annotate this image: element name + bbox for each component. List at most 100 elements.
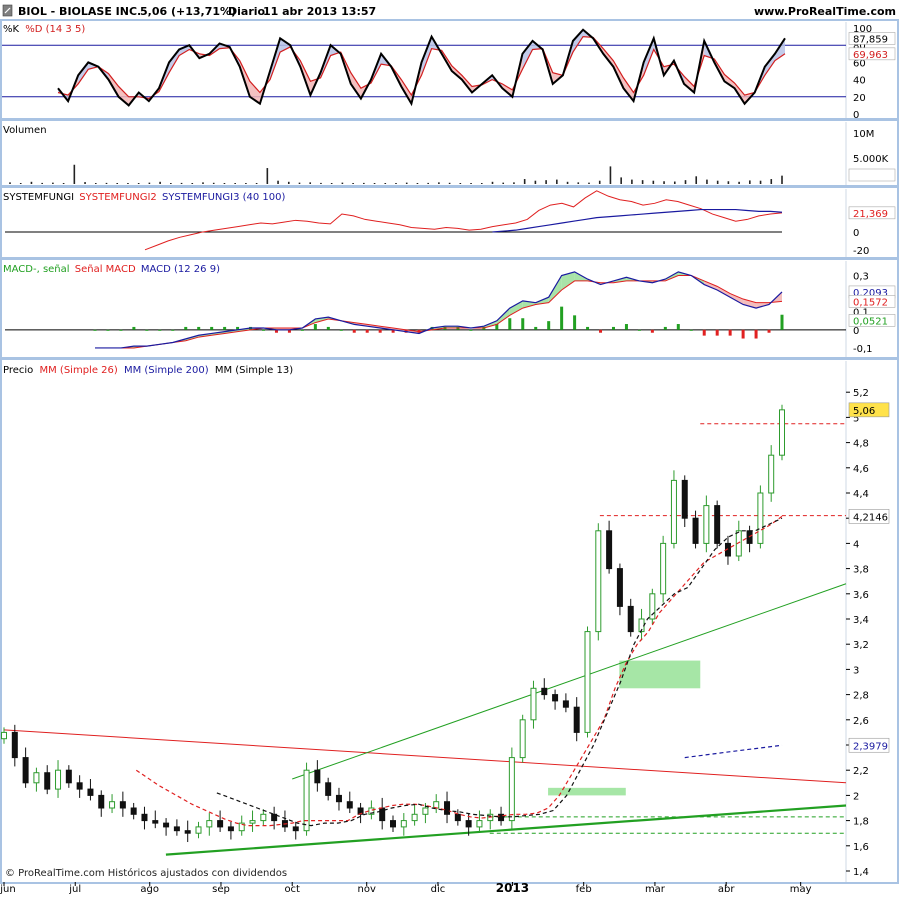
- price-y-tick: 2: [853, 791, 859, 802]
- macd-hist-bar: [547, 321, 551, 330]
- candle-body: [476, 820, 483, 828]
- macd-hist-bar: [158, 329, 162, 331]
- macd-hist-bar: [326, 326, 330, 330]
- candle-body: [779, 409, 785, 456]
- macd-hist-bar: [300, 329, 304, 331]
- candle-body: [76, 782, 83, 790]
- ma200-label: MM (Simple 200): [124, 365, 209, 376]
- candle-body: [195, 826, 202, 834]
- macd-y-tick: 0: [853, 326, 859, 337]
- stoch-value-label: 87,859: [853, 34, 888, 45]
- price-x-tick: jun: [0, 884, 16, 895]
- candle-body: [541, 687, 548, 696]
- price-zone: [619, 660, 701, 689]
- macd-hist-bar: [352, 329, 356, 333]
- macd-label-3: MACD (12 26 9): [141, 264, 220, 275]
- candle-body: [390, 820, 396, 828]
- fungi-value-label: 21,369: [853, 209, 888, 220]
- macd-hist-bar: [599, 329, 603, 333]
- macd-hist-bar: [93, 329, 97, 331]
- fungi-title: SYSTEMFUNGI SYSTEMFUNGI2 SYSTEMFUNGI3 (4…: [3, 192, 286, 203]
- candle-body: [141, 813, 148, 822]
- candle-body: [1, 731, 7, 740]
- price-y-tick: 4: [853, 539, 859, 550]
- macd-hist-bar: [689, 329, 693, 331]
- price-y-tick: 5,2: [853, 388, 869, 399]
- candle-body: [660, 542, 667, 595]
- price-y-tick: 3,8: [853, 565, 869, 576]
- macd-hist-bar: [469, 329, 473, 331]
- macd-hist-bar: [106, 329, 110, 331]
- candle-body: [681, 479, 688, 519]
- price-title: Precio MM (Simple 26) MM (Simple 200) MM…: [3, 365, 293, 376]
- macd-hist-bar: [534, 326, 538, 330]
- macd-hist-bar: [741, 329, 745, 339]
- price-y-tick: 3,2: [853, 640, 869, 651]
- candle-body: [152, 820, 159, 824]
- candle-body: [130, 807, 137, 815]
- candle-body: [411, 813, 418, 822]
- volume-y-tick: 10M: [853, 129, 874, 140]
- macd-hist-bar: [560, 306, 564, 330]
- macd-value-label: 0,0521: [853, 316, 888, 327]
- candle-body: [217, 820, 224, 828]
- candle-body: [573, 706, 580, 733]
- candle-body: [714, 505, 721, 544]
- stoch-title: %K %D (14 3 5): [3, 24, 85, 35]
- macd-value-label: 0,1572: [853, 297, 888, 308]
- candle-body: [249, 820, 256, 824]
- macd-hist-bar: [573, 315, 577, 330]
- candle-body: [422, 807, 429, 815]
- volume-title: Volumen: [3, 125, 47, 136]
- macd-hist-bar: [313, 324, 317, 330]
- stoch-y-tick: 40: [853, 76, 866, 87]
- candle-body: [562, 700, 569, 708]
- candle-body: [303, 769, 310, 832]
- price-label: Precio: [3, 365, 33, 376]
- macd-hist-bar: [132, 326, 136, 330]
- candle-body: [454, 813, 461, 822]
- macd-hist-bar: [210, 326, 214, 330]
- macd-hist-bar: [119, 329, 123, 331]
- candle-body: [65, 769, 72, 784]
- stoch-k-label: %K: [3, 24, 20, 35]
- macd-hist-bar: [702, 329, 706, 336]
- datetime-label: 11 abr 2013 13:57: [263, 5, 376, 18]
- candle-body: [206, 820, 213, 828]
- stoch-y-tick: 20: [853, 93, 866, 104]
- candle-body: [44, 772, 51, 790]
- price-y-tick: 1,6: [853, 842, 869, 853]
- candle-body: [692, 517, 699, 544]
- candle-body: [627, 605, 634, 633]
- price-y-tick: 2,2: [853, 766, 869, 777]
- price-y-tick: 1,4: [853, 867, 869, 878]
- macd-hist-bar: [663, 326, 667, 330]
- candle-body: [33, 772, 40, 784]
- candle-body: [184, 830, 191, 834]
- candle-body: [22, 757, 29, 784]
- macd-hist-bar: [262, 329, 266, 331]
- chart-canvas: BIOL - BIOLASE INC. 5,06 (+13,71%) Diari…: [0, 0, 900, 900]
- price-y-tick: 4,6: [853, 464, 869, 475]
- macd-hist-bar: [728, 329, 732, 336]
- candle-body: [519, 719, 526, 759]
- macd-hist-bar: [586, 326, 590, 330]
- price-y-tick: 4,8: [853, 439, 869, 450]
- macd-hist-bar: [365, 329, 369, 333]
- candle-body: [98, 794, 105, 809]
- macd-hist-bar: [197, 326, 201, 330]
- stoch-value-label: 69,963: [853, 50, 888, 61]
- candle-body: [314, 769, 321, 784]
- macd-hist-bar: [171, 329, 175, 331]
- macd-hist-bar: [145, 329, 149, 331]
- ma13-label: MM (Simple 13): [215, 365, 293, 376]
- fungi-label-1: SYSTEMFUNGI: [3, 192, 74, 203]
- fungi-label-2: SYSTEMFUNGI2: [79, 192, 156, 203]
- macd-hist-bar: [715, 329, 719, 336]
- site-link[interactable]: www.ProRealTime.com: [754, 5, 896, 18]
- candle-body: [768, 454, 775, 494]
- candle-body: [584, 631, 591, 733]
- macd-hist-bar: [780, 314, 784, 330]
- candle-body: [292, 826, 299, 832]
- macd-hist-bar: [521, 318, 525, 330]
